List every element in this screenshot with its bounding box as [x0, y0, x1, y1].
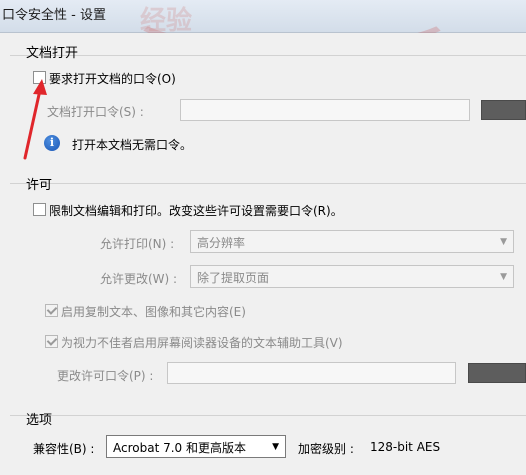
- compat-label: 兼容性(B) :: [33, 442, 95, 456]
- accessibility-checkbox[interactable]: [45, 335, 58, 348]
- print-select[interactable]: 高分辨率 ▼: [190, 230, 514, 253]
- require-password-label[interactable]: 要求打开文档的口令(O): [49, 70, 176, 87]
- encrypt-label: 加密级别 :: [298, 442, 354, 456]
- open-section-title: 文档打开: [26, 46, 79, 61]
- annotation-arrow-icon: [23, 79, 47, 160]
- chevron-down-icon: ▼: [272, 442, 279, 452]
- annotation-arrow-shaft: [23, 88, 42, 160]
- restrict-checkbox[interactable]: [33, 203, 46, 216]
- permissions-section-title: 许可: [26, 178, 53, 193]
- permissions-section-divider: [10, 183, 526, 184]
- compat-select[interactable]: Acrobat 7.0 和更高版本 ▼: [106, 435, 286, 458]
- chevron-down-icon: ▼: [500, 272, 507, 282]
- open-password-button[interactable]: [481, 100, 526, 120]
- open-password-label: 文档打开口令(S) :: [47, 105, 144, 119]
- options-section-title: 选项: [26, 413, 53, 428]
- open-section-divider: [10, 55, 526, 56]
- restrict-label[interactable]: 限制文档编辑和打印。改变这些许可设置需要口令(R)。: [49, 202, 343, 219]
- compat-select-value: Acrobat 7.0 和更高版本: [113, 441, 246, 455]
- perm-password-label: 更改许可口令(P) :: [57, 369, 154, 383]
- perm-password-field[interactable]: [167, 362, 456, 384]
- open-password-field[interactable]: [180, 99, 470, 121]
- info-text: 打开本文档无需口令。: [72, 138, 193, 152]
- change-select-value: 除了提取页面: [197, 271, 270, 285]
- change-select[interactable]: 除了提取页面 ▼: [190, 265, 514, 288]
- window-title: 口令安全性 - 设置: [2, 8, 106, 23]
- print-label: 允许打印(N) :: [100, 237, 175, 251]
- accessibility-label[interactable]: 为视力不佳者启用屏幕阅读器设备的文本辅助工具(V): [61, 334, 343, 351]
- options-section-divider: [10, 415, 526, 416]
- change-label: 允许更改(W) :: [100, 272, 178, 286]
- annotation-arrow-head: [33, 79, 47, 95]
- copy-checkbox[interactable]: [45, 304, 58, 317]
- perm-password-button[interactable]: [468, 363, 526, 383]
- watermark-text: 经验: [140, 6, 193, 36]
- encrypt-value: 128-bit AES: [370, 440, 441, 454]
- title-bar: 经验 口令安全性 - 设置: [0, 0, 526, 54]
- chevron-down-icon: ▼: [500, 237, 507, 247]
- dialog-content: 文档打开 要求打开文档的口令(O) 文档打开口令(S) : i 打开本文档无需口…: [0, 33, 526, 475]
- copy-label[interactable]: 启用复制文本、图像和其它内容(E): [61, 303, 246, 320]
- print-select-value: 高分辨率: [197, 236, 246, 250]
